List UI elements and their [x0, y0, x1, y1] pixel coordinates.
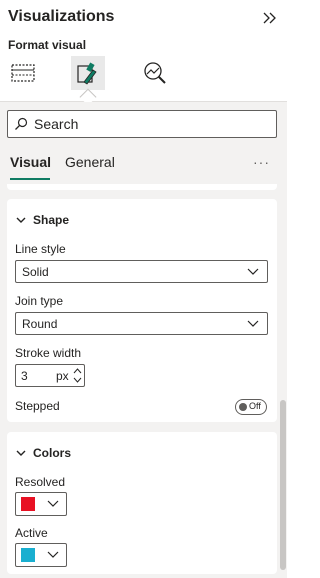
- search-box[interactable]: [7, 110, 277, 138]
- shape-card-header[interactable]: Shape: [15, 213, 69, 227]
- line-style-dropdown[interactable]: Solid: [15, 260, 268, 283]
- more-options-button[interactable]: ···: [253, 154, 270, 170]
- tab-general[interactable]: General: [65, 154, 115, 170]
- scrollbar-thumb[interactable]: [280, 400, 286, 570]
- line-style-label: Line style: [15, 242, 66, 256]
- stroke-width-stepper[interactable]: 3 px: [15, 364, 85, 387]
- format-pane-body: Visual General ··· Shape Line style Soli…: [0, 102, 287, 578]
- stepped-toggle[interactable]: Off: [235, 399, 267, 415]
- shape-title: Shape: [33, 213, 70, 227]
- chevron-down-icon: [247, 320, 259, 327]
- stepped-toggle-state: Off: [249, 401, 261, 411]
- stroke-width-label: Stroke width: [15, 346, 82, 360]
- chevron-down-icon: [16, 217, 26, 223]
- resolved-color-picker[interactable]: [15, 492, 67, 516]
- join-type-value: Round: [22, 316, 58, 331]
- stroke-width-unit: px: [56, 369, 69, 383]
- search-icon: [15, 117, 28, 130]
- colors-title: Colors: [33, 446, 72, 460]
- toggle-knob: [239, 403, 247, 411]
- join-type-label: Join type: [15, 294, 64, 308]
- active-tab-underline: [10, 178, 50, 180]
- pane-header: Visualizations Format visual: [0, 0, 287, 106]
- stroke-width-value: 3: [21, 369, 28, 383]
- format-visual-icon[interactable]: [71, 56, 105, 90]
- colors-card-header[interactable]: Colors: [15, 446, 71, 460]
- previous-card-bottom: [7, 184, 277, 190]
- visualizations-pane: Visualizations Format visual Search Visu…: [0, 0, 287, 578]
- colors-card: Colors Resolved Active: [7, 432, 277, 574]
- chevron-down-icon: [47, 551, 59, 558]
- active-color-swatch: [21, 548, 35, 562]
- chevron-down-icon: [247, 268, 259, 275]
- line-style-value: Solid: [22, 264, 49, 279]
- stepped-label: Stepped: [15, 399, 60, 413]
- tab-visual[interactable]: Visual: [10, 154, 51, 170]
- resolved-label: Resolved: [15, 475, 66, 489]
- active-label: Active: [15, 526, 48, 540]
- chevron-down-icon: [47, 500, 59, 507]
- section-subtitle: Format visual: [8, 38, 87, 52]
- stepper-arrows-icon[interactable]: [72, 366, 83, 385]
- resolved-color-swatch: [21, 497, 35, 511]
- analytics-icon[interactable]: [138, 56, 172, 90]
- shape-card: Shape Line style Solid Join type Round S…: [7, 199, 277, 422]
- join-type-dropdown[interactable]: Round: [15, 312, 268, 335]
- search-input[interactable]: [34, 116, 254, 132]
- chevron-down-icon: [16, 450, 26, 456]
- pane-title: Visualizations: [8, 8, 115, 25]
- build-visual-icon[interactable]: [6, 56, 40, 90]
- collapse-pane-icon[interactable]: [260, 8, 280, 28]
- active-color-picker[interactable]: [15, 543, 67, 567]
